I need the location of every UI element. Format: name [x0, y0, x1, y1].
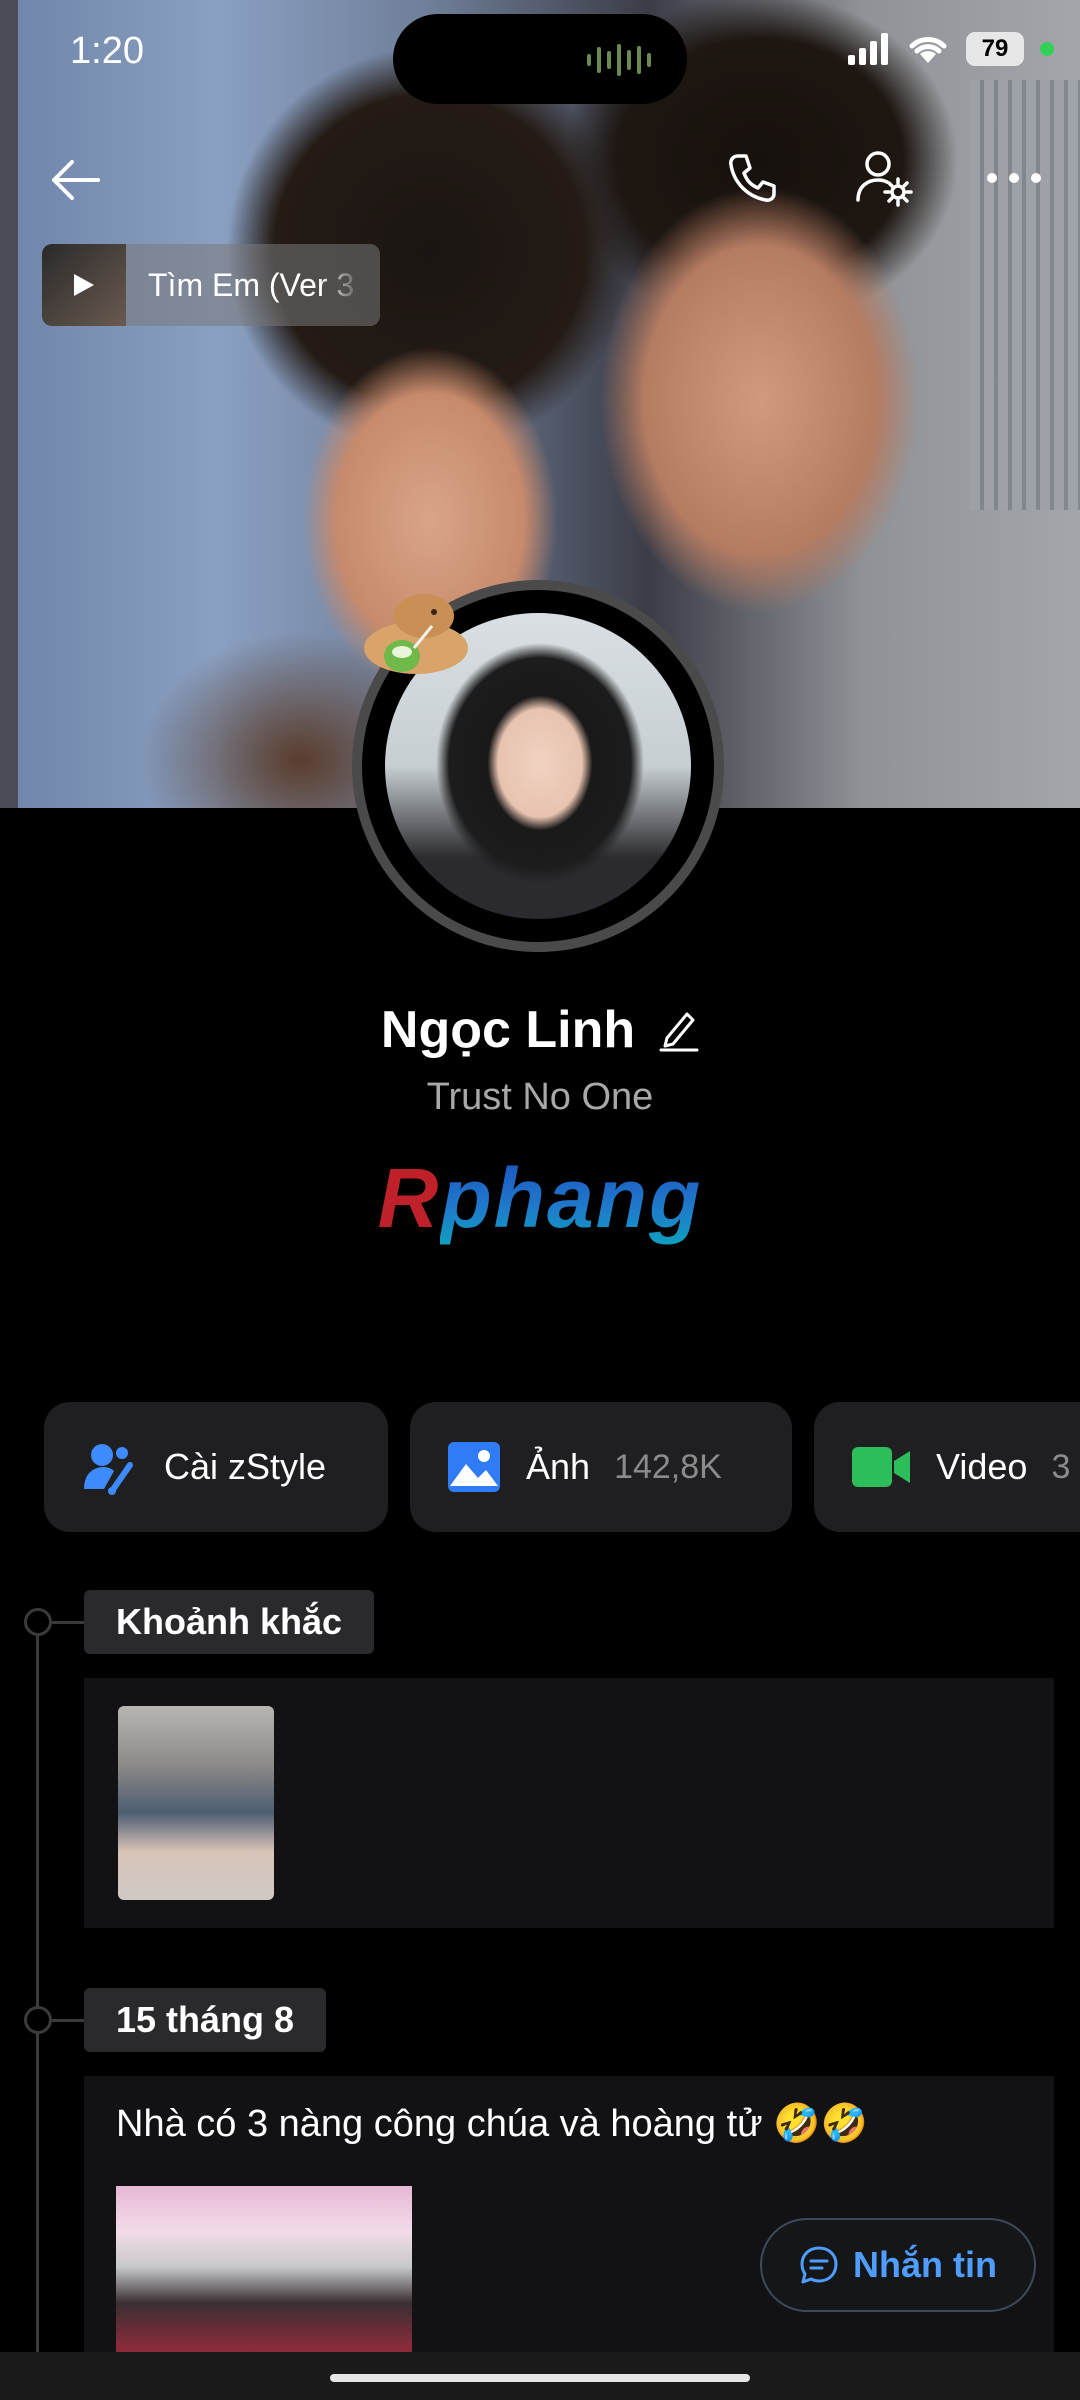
- profile-status: Trust No One: [426, 1076, 654, 1118]
- user-gear-icon: [856, 151, 913, 207]
- profile-settings-button[interactable]: [850, 144, 918, 212]
- brand-logo-r: R: [377, 1151, 441, 1245]
- message-button[interactable]: Nhắn tin: [760, 2218, 1036, 2312]
- video-icon: [852, 1447, 910, 1487]
- videos-label: Video: [936, 1446, 1028, 1487]
- signal-icon: [848, 33, 888, 65]
- post-text: Nhà có 3 nàng công chúa và hoàng tử 🤣🤣: [116, 2103, 868, 2145]
- music-title: Tìm Em (Ver 3: [148, 266, 355, 303]
- call-button[interactable]: [718, 144, 786, 212]
- moments-label: Khoảnh khắc: [84, 1590, 375, 1654]
- home-indicator[interactable]: [330, 2374, 750, 2382]
- zstyle-label: Cài zStyle: [164, 1446, 327, 1487]
- timeline-connector: [52, 1621, 84, 1624]
- wifi-icon: [909, 37, 947, 63]
- more-button[interactable]: [980, 150, 1048, 206]
- cover-background-wall: [970, 80, 1080, 510]
- status-bar: 1:20 79: [0, 0, 1080, 110]
- status-icons: 79: [848, 32, 1054, 66]
- zstyle-button[interactable]: Cài zStyle: [44, 1402, 388, 1532]
- brand-logo-text: phang: [440, 1151, 703, 1245]
- battery-indicator: 79: [966, 32, 1024, 66]
- privacy-dot: [1040, 42, 1054, 56]
- capybara-sticker-icon: [364, 594, 468, 674]
- dynamic-island: [393, 14, 687, 104]
- pencil-icon: [659, 1012, 699, 1052]
- arrow-left-icon: [52, 160, 100, 200]
- cover-edge: [0, 0, 18, 808]
- message-button-label: Nhắn tin: [853, 2244, 997, 2285]
- profile-actions: Cài zStyle Ảnh 142,8K Video 3: [44, 1402, 1080, 1532]
- back-button[interactable]: [44, 148, 108, 212]
- audio-wave-icon: [587, 44, 651, 76]
- date-label: 15 tháng 8: [84, 1988, 327, 2052]
- videos-count: 3: [1051, 1447, 1071, 1486]
- profile-music-chip[interactable]: Tìm Em (Ver 3: [42, 244, 380, 326]
- profile-name-row: Ngọc Linh: [0, 1000, 1080, 1060]
- phone-icon: [729, 154, 776, 202]
- zstyle-icon: [84, 1444, 133, 1495]
- more-horizontal-icon: [987, 173, 1041, 183]
- moment-thumbnail[interactable]: [118, 1706, 274, 1900]
- videos-button[interactable]: Video 3: [814, 1402, 1080, 1532]
- photos-count: 142,8K: [614, 1447, 722, 1486]
- profile-brand-logo: Rphang: [0, 1150, 1080, 1247]
- timeline-connector: [52, 2019, 84, 2022]
- photos-label: Ảnh: [526, 1446, 591, 1487]
- music-thumbnail: [42, 244, 126, 326]
- status-time: 1:20: [70, 30, 144, 72]
- edit-name-button[interactable]: [659, 1008, 699, 1052]
- moments-card: [84, 1678, 1054, 1928]
- timeline-node: [24, 2006, 52, 2034]
- play-icon: [74, 274, 94, 296]
- profile-name: Ngọc Linh: [380, 1001, 636, 1059]
- post-photo[interactable]: [116, 2186, 412, 2366]
- chat-bubble-icon: [800, 2246, 838, 2284]
- image-icon: [448, 1442, 500, 1492]
- timeline-node: [24, 1608, 52, 1636]
- photos-button[interactable]: Ảnh 142,8K: [410, 1402, 792, 1532]
